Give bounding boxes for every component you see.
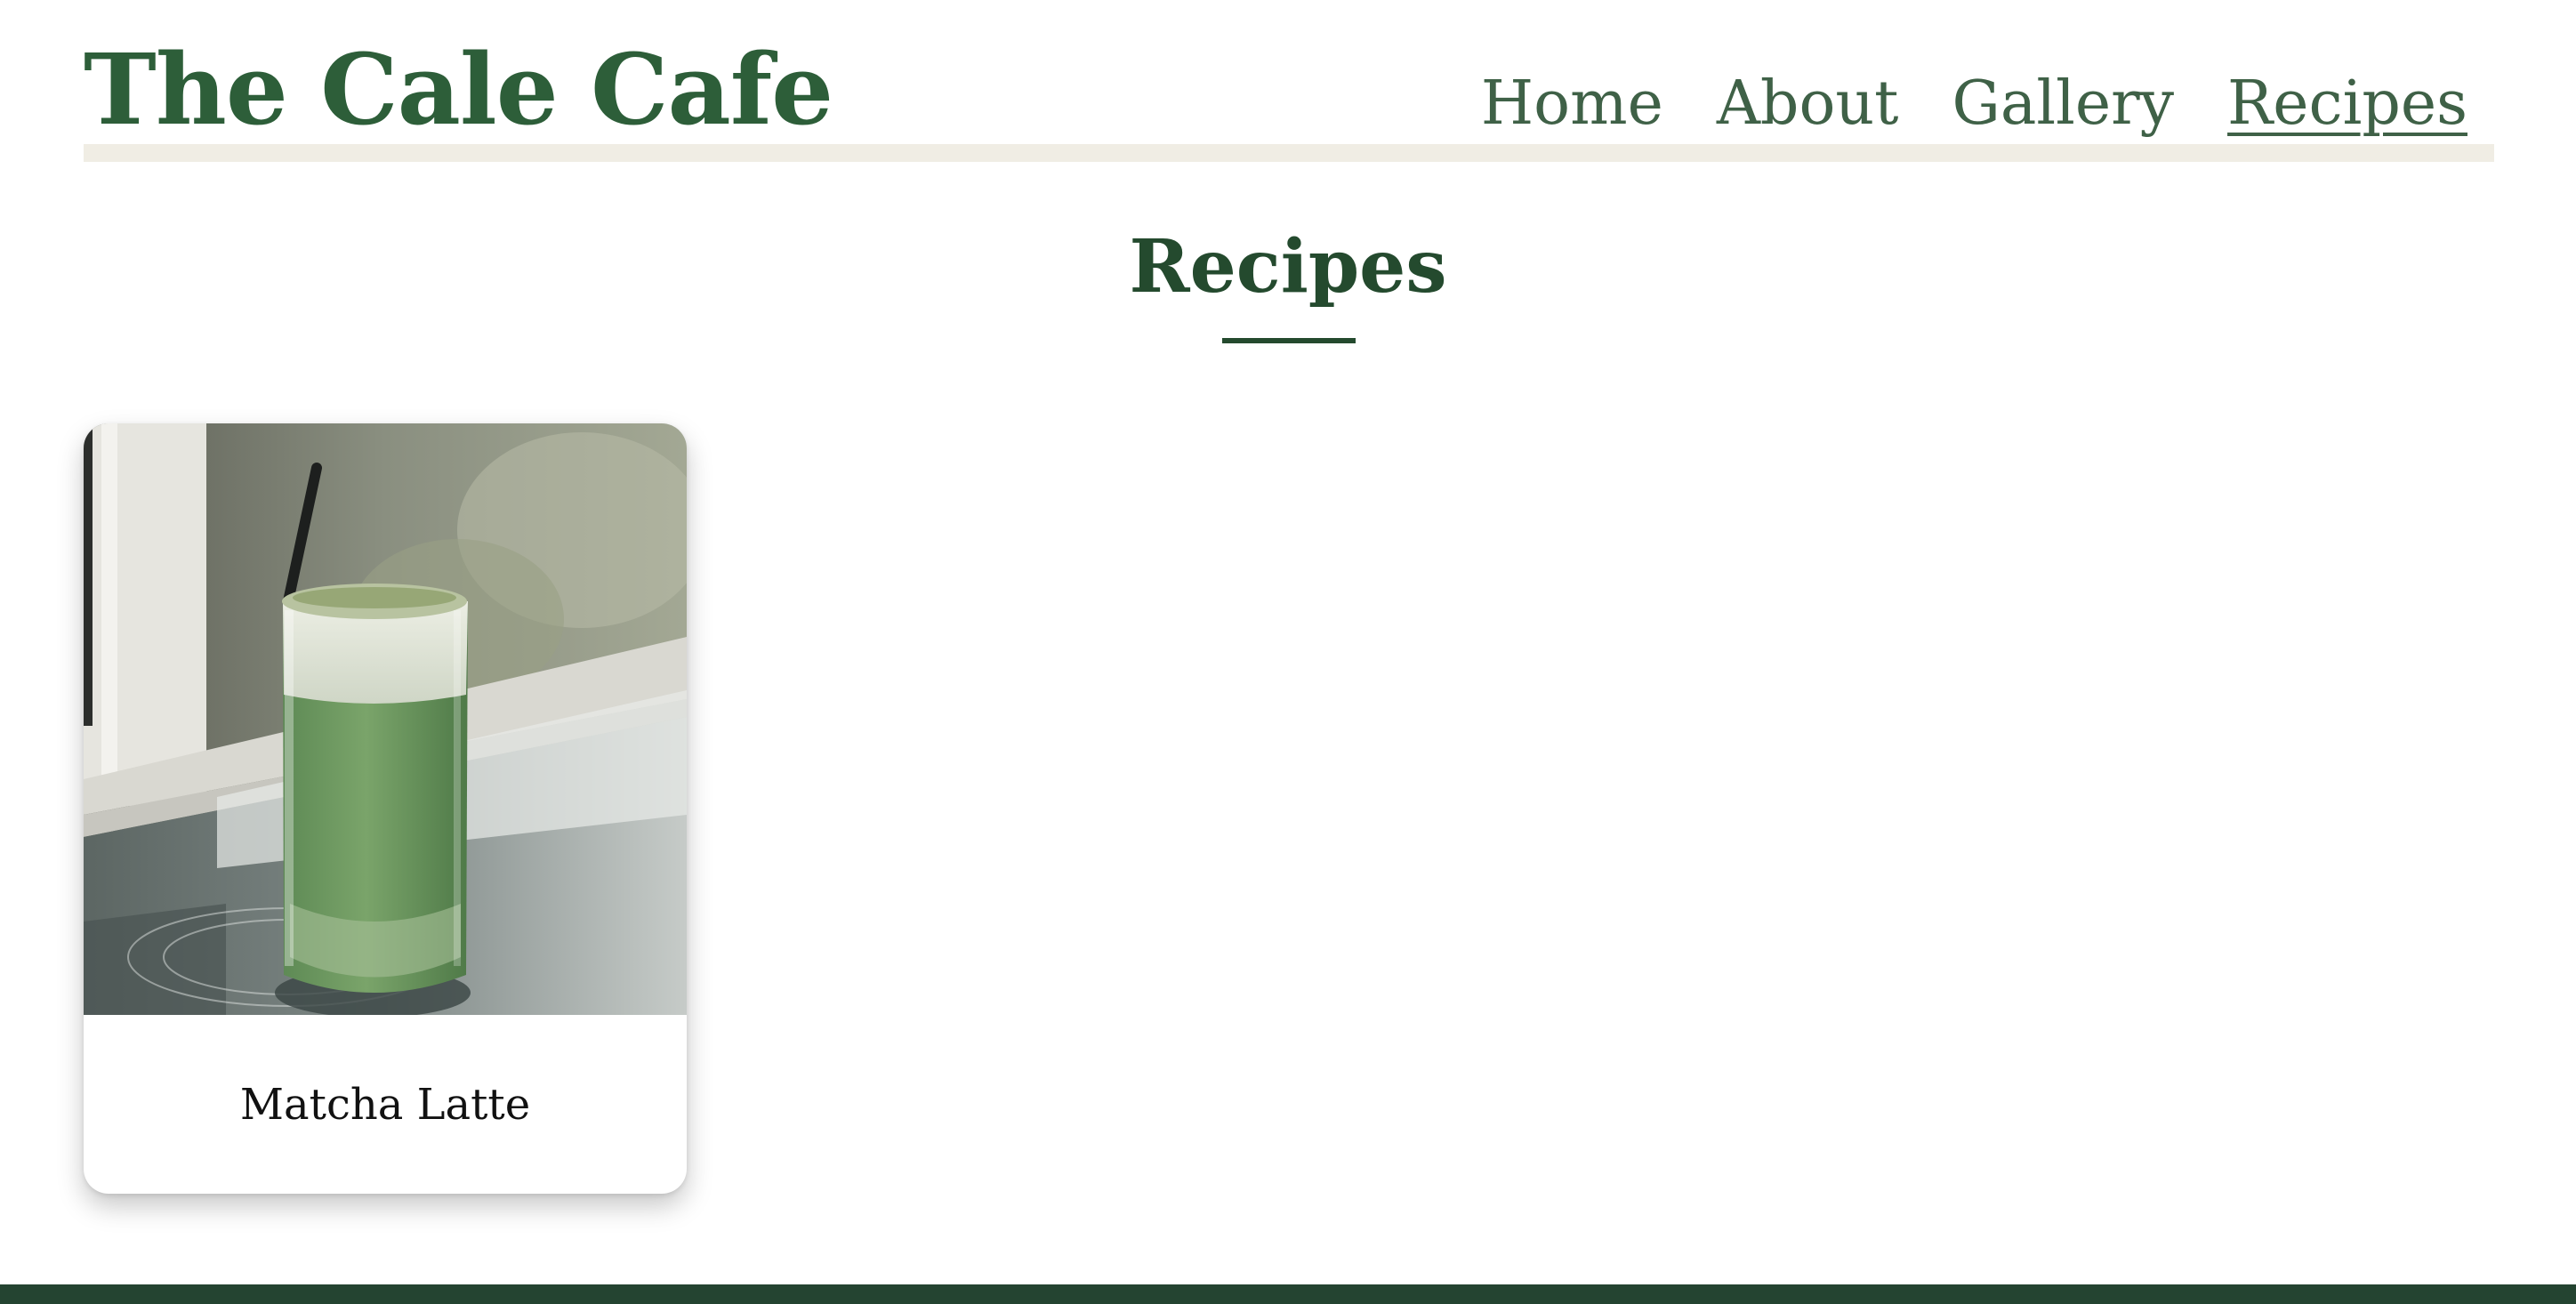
nav-gallery-link[interactable]: Gallery — [1952, 64, 2175, 144]
nav-recipes-link[interactable]: Recipes — [2227, 64, 2467, 144]
nav-about-link[interactable]: About — [1717, 64, 1899, 144]
site-header: The Cale Cafe Home About Gallery Recipes — [84, 0, 2494, 162]
recipe-card-title[interactable]: Matcha Latte — [84, 1015, 687, 1194]
nav-home-link[interactable]: Home — [1481, 64, 1663, 144]
page-title: Recipes — [1129, 224, 1447, 310]
header-divider — [84, 144, 2494, 162]
recipe-card-matcha-latte[interactable]: Matcha Latte — [84, 423, 687, 1194]
site-footer — [0, 1284, 2576, 1304]
main-nav: Home About Gallery Recipes — [1481, 64, 2467, 144]
title-underline — [1222, 338, 1356, 343]
site-logo-title[interactable]: The Cale Cafe — [84, 32, 833, 148]
recipe-image — [84, 423, 687, 1015]
